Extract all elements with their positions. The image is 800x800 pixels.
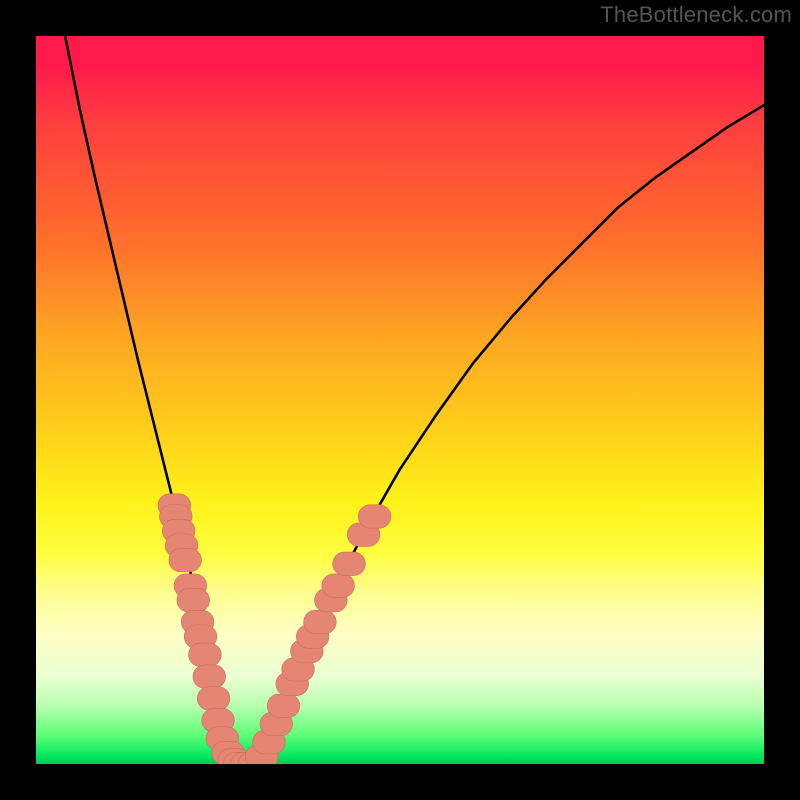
marker-dot [177, 588, 210, 611]
chart-svg [36, 36, 764, 764]
chart-stage: TheBottleneck.com [0, 0, 800, 800]
marker-dot [304, 610, 337, 633]
bottleneck-curve [65, 36, 764, 764]
marker-dot [358, 505, 391, 528]
marker-dot [193, 665, 226, 688]
plot-area [36, 36, 764, 764]
marker-group [158, 494, 391, 764]
marker-dot [189, 643, 222, 666]
marker-dot [322, 574, 355, 597]
marker-dot [169, 548, 202, 571]
marker-dot [267, 694, 300, 717]
marker-dot [197, 687, 230, 710]
watermark-text: TheBottleneck.com [600, 2, 792, 28]
marker-dot [333, 552, 366, 575]
